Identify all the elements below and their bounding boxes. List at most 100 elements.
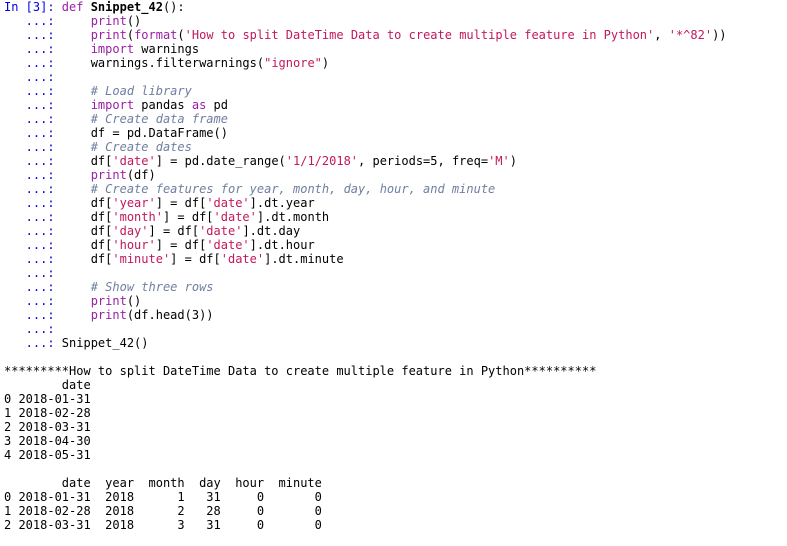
output-line: 2 2018-03-31 — [4, 420, 91, 434]
continuation-prompt: ...: — [4, 56, 62, 70]
code-line: ...: print(format('How to split DateTime… — [4, 28, 787, 42]
continuation-prompt: ...: — [4, 70, 62, 84]
output-line: 3 2018-04-30 — [4, 434, 91, 448]
code-token: (df.head(3)) — [126, 308, 214, 322]
code-line: ...: df['month'] = df['date'].dt.month — [4, 210, 787, 224]
continuation-prompt: ...: — [4, 322, 62, 336]
code-token: 'How to split DateTime Data to create mu… — [184, 28, 655, 42]
code-line: ...: print(df) — [4, 168, 787, 182]
output-line: *********How to split DateTime Data to c… — [4, 364, 597, 378]
continuation-prompt: ...: — [4, 154, 62, 168]
code-token: format — [134, 28, 178, 42]
code-line: ...: df['hour'] = df['date'].dt.hour — [4, 238, 787, 252]
code-token: ].dt.hour — [249, 238, 315, 252]
ipython-console[interactable]: In [3]: def Snippet_42(): ...: print() .… — [4, 0, 787, 546]
continuation-prompt: ...: — [4, 28, 62, 42]
code-token: print — [90, 28, 127, 42]
code-token: df[ — [61, 154, 113, 168]
continuation-prompt: ...: — [4, 126, 62, 140]
continuation-prompt: ...: — [4, 42, 62, 56]
continuation-prompt: ...: — [4, 14, 62, 28]
code-token: ) — [509, 154, 517, 168]
code-token: "ignore" — [264, 56, 322, 70]
code-token: 'date' — [213, 210, 257, 224]
code-line: ...: # Create data frame — [4, 112, 787, 126]
code-token: print — [90, 14, 127, 28]
code-token: ] = df[ — [162, 210, 214, 224]
output-line: 0 2018-01-31 2018 1 31 0 0 — [4, 490, 322, 504]
code-token: print — [90, 294, 127, 308]
code-line: ...: df['date'] = pd.date_range('1/1/201… — [4, 154, 787, 168]
code-token: (): — [162, 0, 185, 14]
code-line: ...: print() — [4, 14, 787, 28]
code-token: 'date' — [112, 154, 156, 168]
code-line: ...: # Show three rows — [4, 280, 787, 294]
code-token: 'minute' — [112, 252, 171, 266]
code-token: ] = df[ — [155, 196, 207, 210]
code-line: ...: import warnings — [4, 42, 787, 56]
code-line: In [3]: def Snippet_42(): — [4, 0, 787, 14]
code-token: ].dt.month — [256, 210, 330, 224]
code-token: 'day' — [112, 224, 149, 238]
code-token: 'date' — [206, 196, 250, 210]
code-token: def — [61, 0, 91, 14]
code-token: pandas — [134, 98, 192, 112]
code-token: df[ — [61, 238, 113, 252]
code-token: ) — [321, 56, 330, 70]
input-prompt: In [3]: — [4, 0, 62, 14]
code-line: ...: df['day'] = df['date'].dt.day — [4, 224, 787, 238]
code-token: import — [90, 42, 135, 56]
code-token: ] = pd.date_range( — [155, 154, 286, 168]
code-token: as — [191, 98, 207, 112]
code-line: ...: print(df.head(3)) — [4, 308, 787, 322]
code-line: ...: — [4, 266, 787, 280]
continuation-prompt: ...: — [4, 168, 62, 182]
code-token: 'month' — [112, 210, 163, 224]
output-line: 0 2018-01-31 — [4, 392, 91, 406]
continuation-prompt: ...: — [4, 84, 62, 98]
continuation-prompt: ...: — [4, 308, 62, 322]
code-token: 'date' — [199, 224, 243, 238]
code-line: ...: warnings.filterwarnings("ignore") — [4, 56, 787, 70]
code-token: 'M' — [488, 154, 510, 168]
code-token: , — [654, 28, 669, 42]
output-line: 1 2018-02-28 2018 2 28 0 0 — [4, 504, 322, 518]
code-token: print — [90, 168, 127, 182]
code-token: df = pd.DataFrame() — [61, 126, 228, 140]
output-line: 2 2018-03-31 2018 3 31 0 0 — [4, 518, 322, 532]
code-token: 'year' — [112, 196, 156, 210]
continuation-prompt: ...: — [4, 224, 62, 238]
code-token: Snippet_42 — [90, 0, 163, 14]
code-token: '1/1/2018' — [285, 154, 359, 168]
code-token: )) — [712, 28, 727, 42]
continuation-prompt: ...: — [4, 112, 62, 126]
code-token: 'date' — [220, 252, 265, 266]
output-line: date — [4, 378, 91, 392]
code-token: 'hour' — [112, 238, 156, 252]
code-line: ...: # Create features for year, month, … — [4, 182, 787, 196]
output-line: 4 2018-05-31 — [4, 448, 91, 462]
code-cell[interactable]: In [3]: def Snippet_42(): ...: print() .… — [4, 0, 787, 350]
code-token: print — [90, 308, 127, 322]
code-token: df[ — [61, 196, 113, 210]
code-token: '*^82' — [668, 28, 713, 42]
continuation-prompt: ...: — [4, 140, 62, 154]
code-token: ].dt.year — [249, 196, 315, 210]
code-token: df[ — [61, 224, 113, 238]
code-token: , periods=5, freq= — [358, 154, 489, 168]
code-token: ] = df[ — [170, 252, 221, 266]
code-token: ( — [126, 28, 135, 42]
continuation-prompt: ...: — [4, 98, 62, 112]
code-token: Snippet_42() — [61, 336, 149, 350]
code-line: ...: # Create dates — [4, 140, 787, 154]
